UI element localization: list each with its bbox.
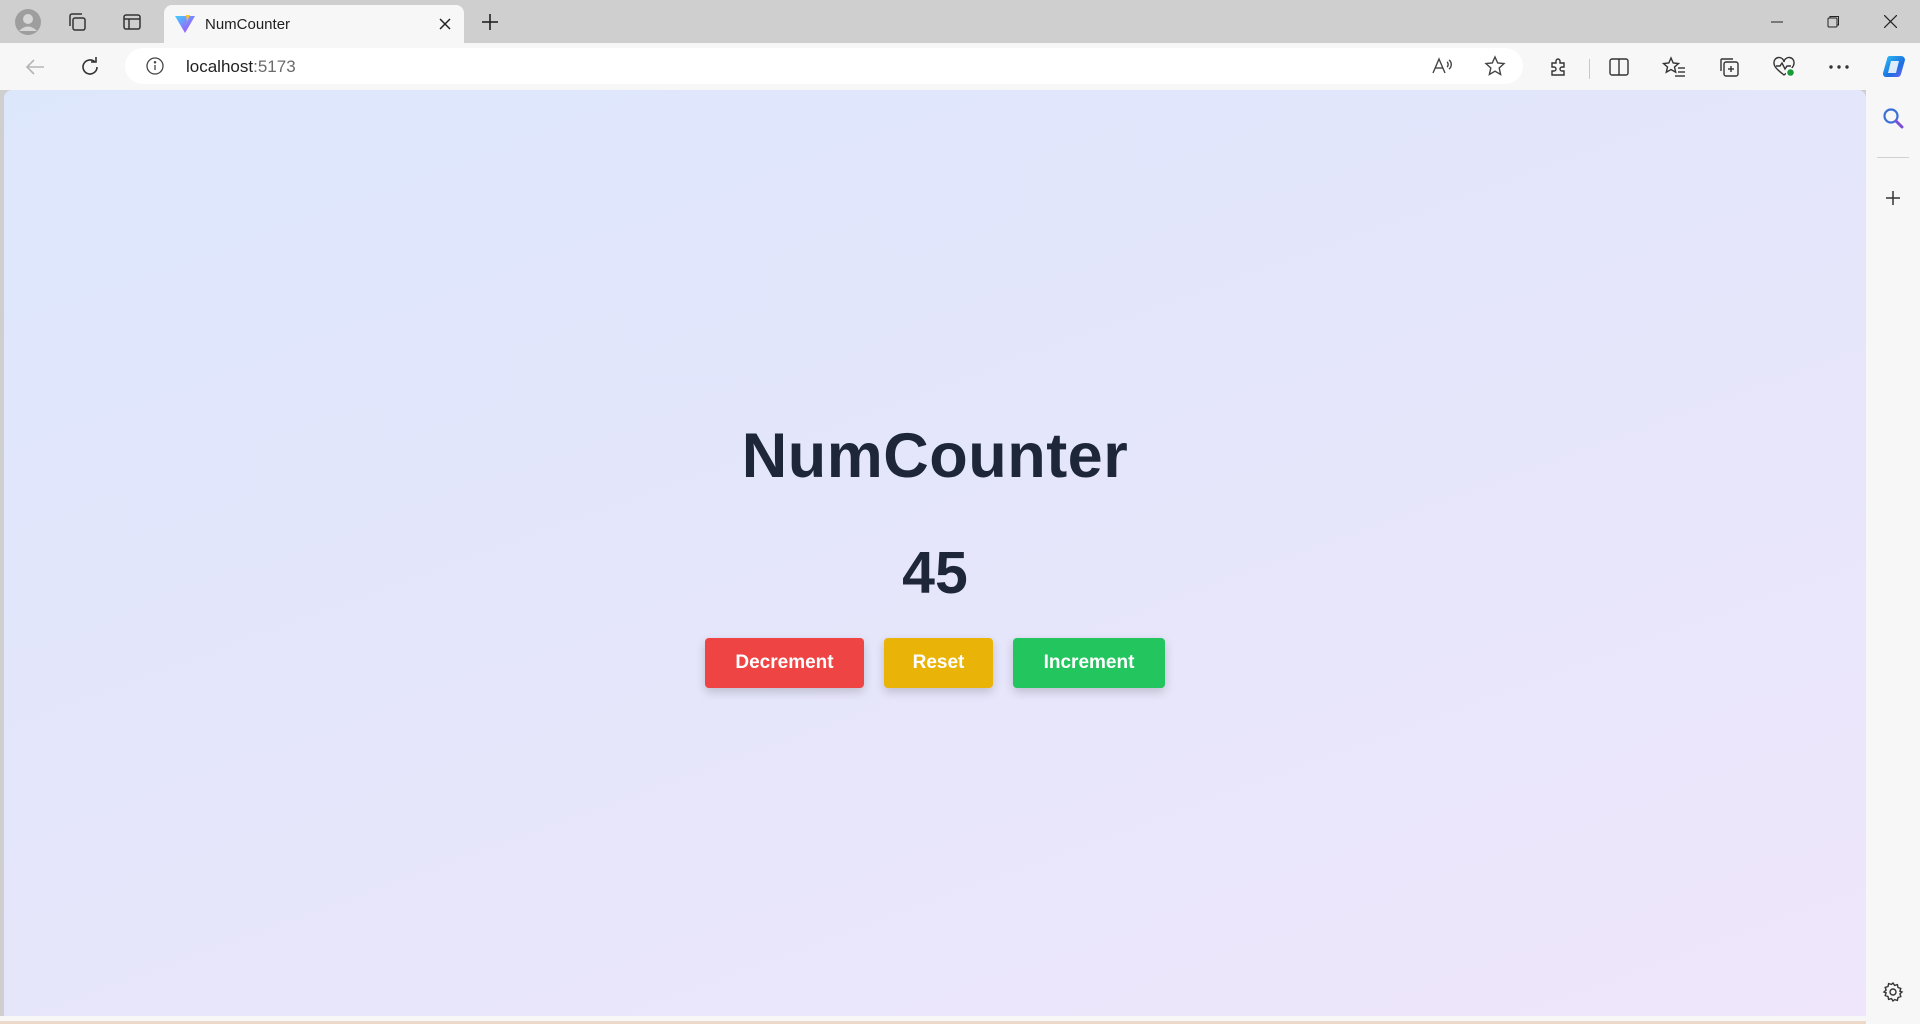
sidebar-divider [1877, 157, 1909, 158]
tab-strip: NumCounter [0, 0, 1920, 43]
address-bar[interactable]: localhost:5173 [125, 48, 1523, 84]
extensions-puzzle-icon[interactable] [1541, 49, 1577, 85]
browser-sidebar [1866, 90, 1920, 1024]
page-viewport: NumCounter 45 Decrement Reset Increment [4, 90, 1866, 1016]
numcounter-app: NumCounter 45 Decrement Reset Increment [4, 90, 1866, 1016]
restore-icon[interactable] [1805, 0, 1861, 43]
star-icon[interactable] [1481, 52, 1509, 80]
collections-icon[interactable] [1711, 49, 1747, 85]
vertical-tabs-icon[interactable] [112, 7, 152, 37]
increment-button[interactable]: Increment [1013, 638, 1165, 688]
reset-button[interactable]: Reset [884, 638, 993, 688]
url-text[interactable]: localhost:5173 [186, 57, 296, 77]
browser-toolbar: localhost:5173 [0, 43, 1920, 90]
read-aloud-icon[interactable] [1428, 52, 1456, 80]
minimize-icon[interactable] [1749, 0, 1805, 43]
back-arrow-icon[interactable] [17, 49, 53, 85]
gear-icon[interactable] [1877, 976, 1909, 1008]
more-dots-icon[interactable] [1821, 49, 1857, 85]
close-tab-icon[interactable] [434, 13, 456, 35]
search-icon[interactable] [1877, 102, 1909, 134]
toolbar-divider [1589, 59, 1590, 79]
favorites-list-icon[interactable] [1656, 49, 1692, 85]
vite-logo-icon [174, 13, 196, 35]
close-window-icon[interactable] [1862, 0, 1918, 43]
new-tab-icon[interactable] [471, 7, 509, 37]
active-tab[interactable]: NumCounter [164, 5, 464, 43]
copilot-icon[interactable] [1876, 49, 1912, 85]
profile-avatar-icon[interactable] [8, 7, 48, 37]
refresh-icon[interactable] [72, 49, 108, 85]
heart-pulse-icon[interactable] [1766, 49, 1802, 85]
app-title: NumCounter [741, 421, 1129, 491]
counter-value: 45 [902, 540, 968, 606]
workspaces-icon[interactable] [57, 7, 97, 37]
info-icon[interactable] [145, 56, 165, 76]
decrement-button[interactable]: Decrement [705, 638, 864, 688]
tab-title: NumCounter [205, 16, 291, 33]
plus-icon[interactable] [1877, 182, 1909, 214]
window-bottom-edge [0, 1016, 1866, 1024]
split-screen-icon[interactable] [1601, 49, 1637, 85]
